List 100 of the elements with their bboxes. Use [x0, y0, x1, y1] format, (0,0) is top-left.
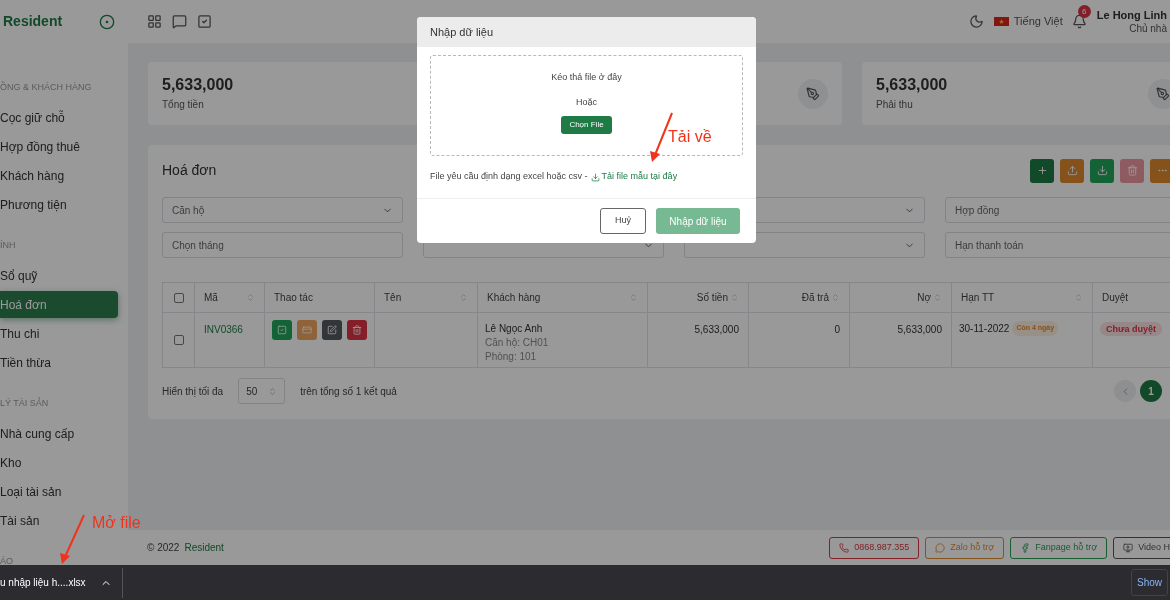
pen-icon [806, 86, 820, 101]
format-hint: File yêu cầu định dạng excel hoặc csv - [430, 170, 588, 184]
support-button[interactable]: 0868.987.355 [829, 536, 920, 559]
sidebar-item[interactable]: Hoá đơn [0, 291, 118, 318]
sidebar-item[interactable]: Thu chi [0, 320, 40, 347]
facebook-icon [1020, 542, 1031, 553]
customer-detail: Căn hộ: CH01 [485, 336, 550, 350]
download-icon [590, 172, 600, 182]
delete-button[interactable] [347, 320, 367, 340]
stat-label: Phải thu [876, 98, 914, 112]
column-header[interactable]: Khách hàng [477, 282, 648, 313]
dialog-title: Nhập dữ liệu [430, 24, 493, 40]
download-button[interactable] [1090, 158, 1114, 183]
sort-icon[interactable] [459, 293, 468, 302]
results-summary: trên tổng số 1 kết quả [300, 384, 397, 399]
sidebar-item[interactable]: Tiền thừa [0, 349, 51, 376]
sidebar-item[interactable]: Phương tiện [0, 191, 67, 218]
phone-icon [839, 542, 850, 553]
page-button[interactable]: 1 [1140, 380, 1162, 402]
sidebar-item[interactable]: Loại tài sản [0, 478, 62, 505]
column-header[interactable]: Nợ [849, 282, 952, 313]
sidebar-item[interactable]: Sổ quỹ [0, 262, 38, 289]
table-cell: 5,633,000 [694, 324, 739, 335]
sidebar-item[interactable]: Nhà cung cấp [0, 420, 75, 447]
more-button[interactable] [1150, 158, 1170, 183]
copyright-text: © 2022 [147, 541, 180, 555]
sort-icon[interactable] [933, 293, 942, 302]
payment-button[interactable] [297, 320, 317, 340]
column-header[interactable]: Đã trả [748, 282, 850, 313]
sidebar-item[interactable]: Kho [0, 449, 22, 476]
table-cell: 5,633,000 [897, 324, 942, 335]
stat-value: 5,633,000 [162, 75, 234, 95]
annotation-label: Tải về [668, 127, 712, 147]
upload-icon [1066, 165, 1078, 176]
invoice-code-link[interactable]: INV0366 [204, 324, 243, 335]
section-label: ÍNH [0, 239, 16, 253]
video-icon [1123, 542, 1134, 553]
sidebar-item[interactable]: Khách hàng [0, 162, 65, 189]
select-field[interactable]: Căn hộ [162, 197, 403, 223]
checkbox[interactable] [173, 335, 184, 345]
card-icon [302, 325, 312, 335]
trash-icon [352, 325, 362, 335]
annotation-label: Mở file [92, 513, 141, 533]
stat-value: 5,633,000 [876, 75, 948, 95]
page-size-select[interactable]: 50 [238, 378, 286, 404]
grid-icon[interactable] [147, 14, 162, 29]
sort-icon[interactable] [629, 293, 638, 302]
edit-button[interactable] [322, 320, 342, 340]
footer-brand-link[interactable]: Resident [184, 540, 224, 555]
sidebar-item[interactable]: Hợp đồng thuê [0, 133, 80, 160]
check-square-icon [277, 325, 287, 335]
sort-icon [268, 386, 278, 396]
due-date: 30-11-2022 [959, 322, 1010, 336]
sort-icon[interactable] [1074, 293, 1083, 302]
moon-icon[interactable] [968, 14, 984, 29]
approve-button[interactable] [272, 320, 292, 340]
download-icon [1096, 165, 1108, 176]
show-all-button[interactable]: Show [1131, 569, 1168, 596]
pen-icon [1156, 86, 1170, 101]
sidebar-item[interactable]: Tài sản [0, 507, 40, 534]
flag-icon [993, 17, 1009, 26]
brand-logo[interactable]: Resident [3, 11, 63, 32]
user-role: Chủ nhà [1129, 21, 1167, 35]
page-size-label: Hiển thị tối đa [162, 384, 224, 399]
stat-label: Tổng tiền [162, 98, 205, 112]
drop-instruction: Kéo thả file ở đây [551, 71, 622, 84]
plus-icon [1036, 165, 1048, 176]
user-name[interactable]: Le Hong Linh [1096, 8, 1167, 22]
support-button[interactable]: Video H [1113, 536, 1170, 559]
upload-button[interactable] [1060, 158, 1084, 183]
add-button[interactable] [1030, 158, 1054, 183]
edit-icon [327, 325, 337, 335]
checkbox[interactable] [173, 292, 184, 303]
input-field[interactable]: Hợp đồng [945, 197, 1170, 223]
input-field[interactable]: Chọn tháng [162, 232, 403, 258]
language-selector[interactable]: Tiếng Việt [1013, 13, 1063, 30]
column-header[interactable]: Mã [194, 282, 265, 313]
sort-icon[interactable] [730, 293, 739, 302]
support-button[interactable]: Fanpage hỗ trợ [1010, 536, 1108, 559]
target-icon[interactable] [99, 13, 115, 30]
table-cell: 0 [834, 324, 840, 335]
checklist-icon[interactable] [197, 14, 212, 29]
column-header[interactable]: Hạn TT [951, 282, 1093, 313]
sidebar-item[interactable]: Cọc giữ chỗ [0, 104, 65, 131]
cancel-button[interactable]: Huỷ [600, 208, 646, 234]
notification-icon[interactable] [1071, 14, 1087, 29]
column-header: Duyệt [1092, 282, 1170, 313]
or-text: Hoặc [576, 95, 597, 109]
template-download-link[interactable]: Tải file mẫu tại đây [590, 170, 678, 184]
choose-file-button[interactable]: Chọn File [561, 116, 612, 134]
notification-badge: 6 [1077, 5, 1091, 18]
input-field[interactable]: Hạn thanh toán [945, 232, 1170, 258]
chat-icon[interactable] [172, 14, 187, 29]
sort-icon[interactable] [831, 293, 840, 302]
downloaded-file[interactable]: u nhập liệu h....xlsx [0, 575, 86, 590]
sort-icon[interactable] [246, 293, 255, 302]
column-header[interactable]: Số tiền [647, 282, 749, 313]
column-header[interactable]: Tên [374, 282, 478, 313]
customer-detail: Phòng: 101 [485, 350, 538, 364]
chat-bubble-icon [935, 542, 946, 553]
